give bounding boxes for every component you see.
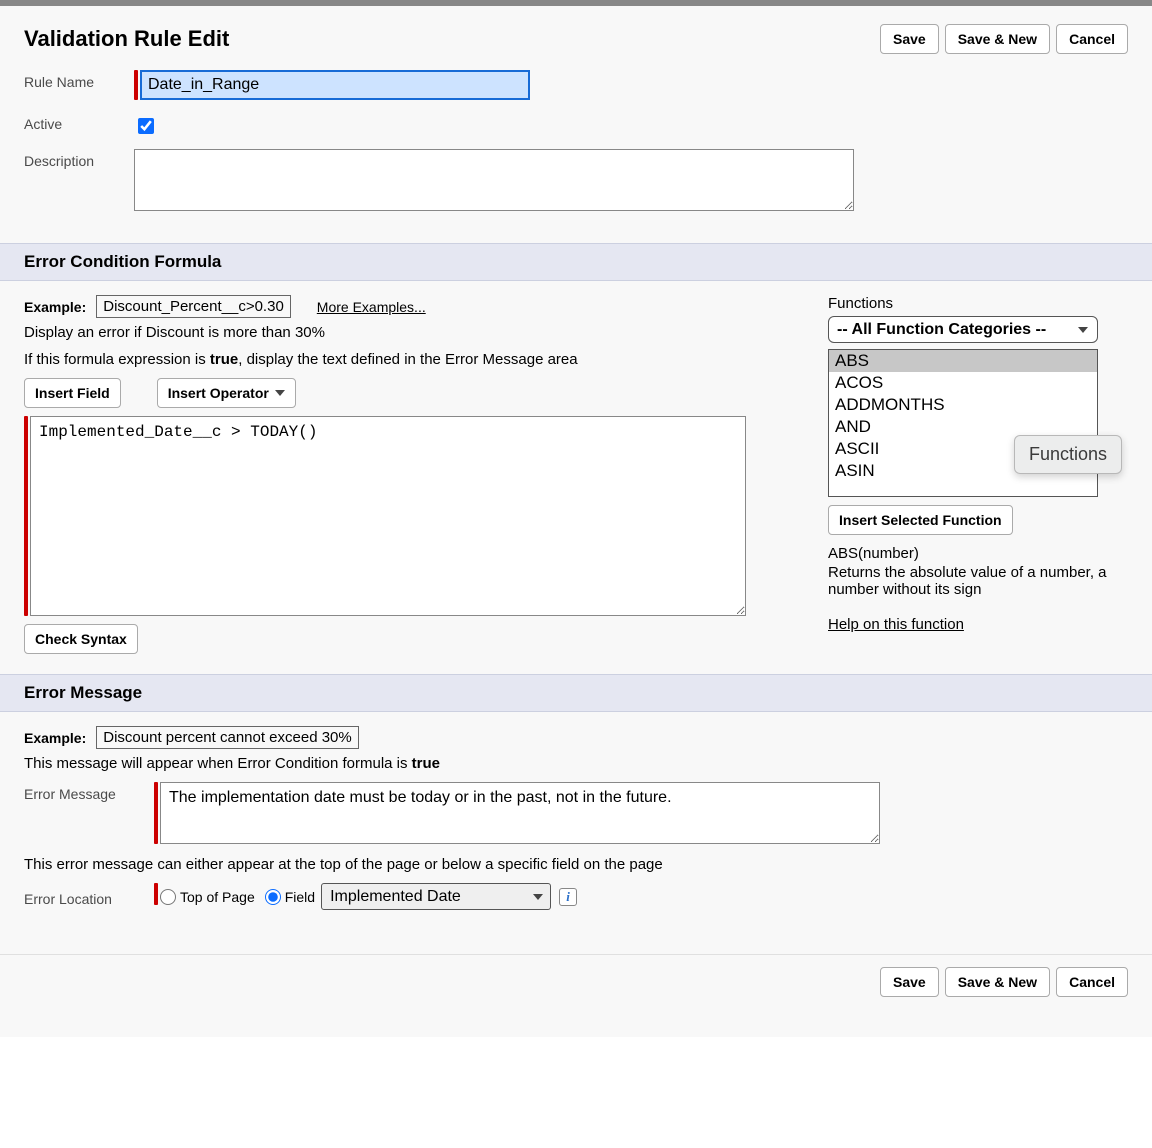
required-indicator xyxy=(154,883,158,905)
rule-name-row: Rule Name xyxy=(24,70,1128,100)
error-message-textarea[interactable] xyxy=(160,782,880,844)
em-example-label: Example: xyxy=(24,730,86,746)
required-indicator xyxy=(134,70,138,100)
footer-save-and-new-button[interactable]: Save & New xyxy=(945,967,1050,997)
em-note: This message will appear when Error Cond… xyxy=(24,755,1128,772)
function-item-ascii[interactable]: ASCII xyxy=(829,438,1097,460)
location-field-label: Field xyxy=(285,889,315,905)
function-item-addmonths[interactable]: ADDMONTHS xyxy=(829,394,1097,416)
basic-info-section: Rule Name Active Description xyxy=(0,66,1152,243)
formula-wrap xyxy=(24,416,804,616)
rule-name-input[interactable] xyxy=(140,70,530,100)
em-example-row: Example: Discount percent cannot exceed … xyxy=(24,726,1128,749)
description-textarea[interactable] xyxy=(134,149,854,211)
description-row: Description xyxy=(24,149,1128,211)
instruction-bold: true xyxy=(210,351,238,368)
rule-name-label: Rule Name xyxy=(24,70,134,90)
functions-label: Functions xyxy=(828,295,1128,312)
function-item-and[interactable]: AND xyxy=(829,416,1097,438)
error-message-section-heading: Error Message xyxy=(0,674,1152,712)
required-indicator xyxy=(154,782,158,844)
check-syntax-button[interactable]: Check Syntax xyxy=(24,624,138,654)
location-note: This error message can either appear at … xyxy=(24,856,1128,873)
page-header: Validation Rule Edit Save Save & New Can… xyxy=(0,6,1152,66)
error-message-field-label: Error Message xyxy=(24,782,154,802)
footer-cancel-button[interactable]: Cancel xyxy=(1056,967,1128,997)
location-top-label: Top of Page xyxy=(180,889,255,905)
error-message-row: Error Message xyxy=(24,782,1128,844)
location-top-radio[interactable] xyxy=(160,889,176,905)
example-description: Display an error if Discount is more tha… xyxy=(24,324,804,341)
insert-operator-label: Insert Operator xyxy=(168,385,269,401)
active-label: Active xyxy=(24,112,134,132)
formula-example-row: Example: Discount_Percent__c>0.30 More E… xyxy=(24,295,804,318)
description-label: Description xyxy=(24,149,134,169)
page-title: Validation Rule Edit xyxy=(24,26,874,52)
insert-selected-function-button[interactable]: Insert Selected Function xyxy=(828,505,1013,535)
validation-rule-edit-page: Validation Rule Edit Save Save & New Can… xyxy=(0,0,1152,1037)
save-and-new-button[interactable]: Save & New xyxy=(945,24,1050,54)
error-message-section-body: Example: Discount percent cannot exceed … xyxy=(0,712,1152,942)
error-location-label: Error Location xyxy=(24,887,154,907)
em-note-prefix: This message will appear when Error Cond… xyxy=(24,755,412,772)
formula-section-body: Example: Discount_Percent__c>0.30 More E… xyxy=(0,281,1152,674)
function-description: Returns the absolute value of a number, … xyxy=(828,564,1128,598)
formula-button-row: Insert Field Insert Operator xyxy=(24,378,804,408)
error-location-row: Error Location Top of Page Field Impleme… xyxy=(24,883,1128,910)
example-code-box: Discount_Percent__c>0.30 xyxy=(96,295,291,318)
insert-func-row: Insert Selected Function xyxy=(828,505,1128,535)
em-example-box: Discount percent cannot exceed 30% xyxy=(96,726,359,749)
check-syntax-row: Check Syntax xyxy=(24,624,804,654)
formula-left-column: Example: Discount_Percent__c>0.30 More E… xyxy=(24,295,804,654)
function-signature: ABS(number) xyxy=(828,545,1128,562)
function-item-asin[interactable]: ASIN xyxy=(829,460,1097,482)
location-field-radio[interactable] xyxy=(265,889,281,905)
functions-panel: Functions -- All Function Categories -- … xyxy=(828,295,1128,654)
info-icon[interactable]: i xyxy=(559,888,577,906)
footer-save-button[interactable]: Save xyxy=(880,967,939,997)
footer-button-row: Save Save & New Cancel xyxy=(0,954,1152,997)
header-button-row: Save Save & New Cancel xyxy=(874,24,1128,54)
instruction-suffix: , display the text defined in the Error … xyxy=(238,351,577,368)
function-item-abs[interactable]: ABS xyxy=(829,350,1097,372)
instruction-prefix: If this formula expression is xyxy=(24,351,210,368)
save-button[interactable]: Save xyxy=(880,24,939,54)
required-indicator xyxy=(24,416,28,616)
formula-instruction: If this formula expression is true, disp… xyxy=(24,351,804,368)
formula-section-heading: Error Condition Formula xyxy=(0,243,1152,281)
active-checkbox[interactable] xyxy=(138,118,154,134)
insert-operator-button[interactable]: Insert Operator xyxy=(157,378,296,408)
em-note-bold: true xyxy=(412,755,440,772)
cancel-button[interactable]: Cancel xyxy=(1056,24,1128,54)
function-list[interactable]: ABS ACOS ADDMONTHS AND ASCII ASIN xyxy=(828,349,1098,497)
function-category-select[interactable]: -- All Function Categories -- xyxy=(828,316,1098,343)
function-help-link[interactable]: Help on this function xyxy=(828,616,964,633)
formula-textarea[interactable] xyxy=(30,416,746,616)
example-label: Example: xyxy=(24,299,86,315)
location-field-select[interactable]: Implemented Date xyxy=(321,883,551,910)
active-row: Active xyxy=(24,112,1128,137)
insert-field-button[interactable]: Insert Field xyxy=(24,378,121,408)
function-category-wrap: -- All Function Categories -- xyxy=(828,316,1098,343)
function-item-acos[interactable]: ACOS xyxy=(829,372,1097,394)
location-field-select-wrap: Implemented Date xyxy=(315,883,551,910)
more-examples-link[interactable]: More Examples... xyxy=(317,299,426,315)
chevron-down-icon xyxy=(275,390,285,396)
